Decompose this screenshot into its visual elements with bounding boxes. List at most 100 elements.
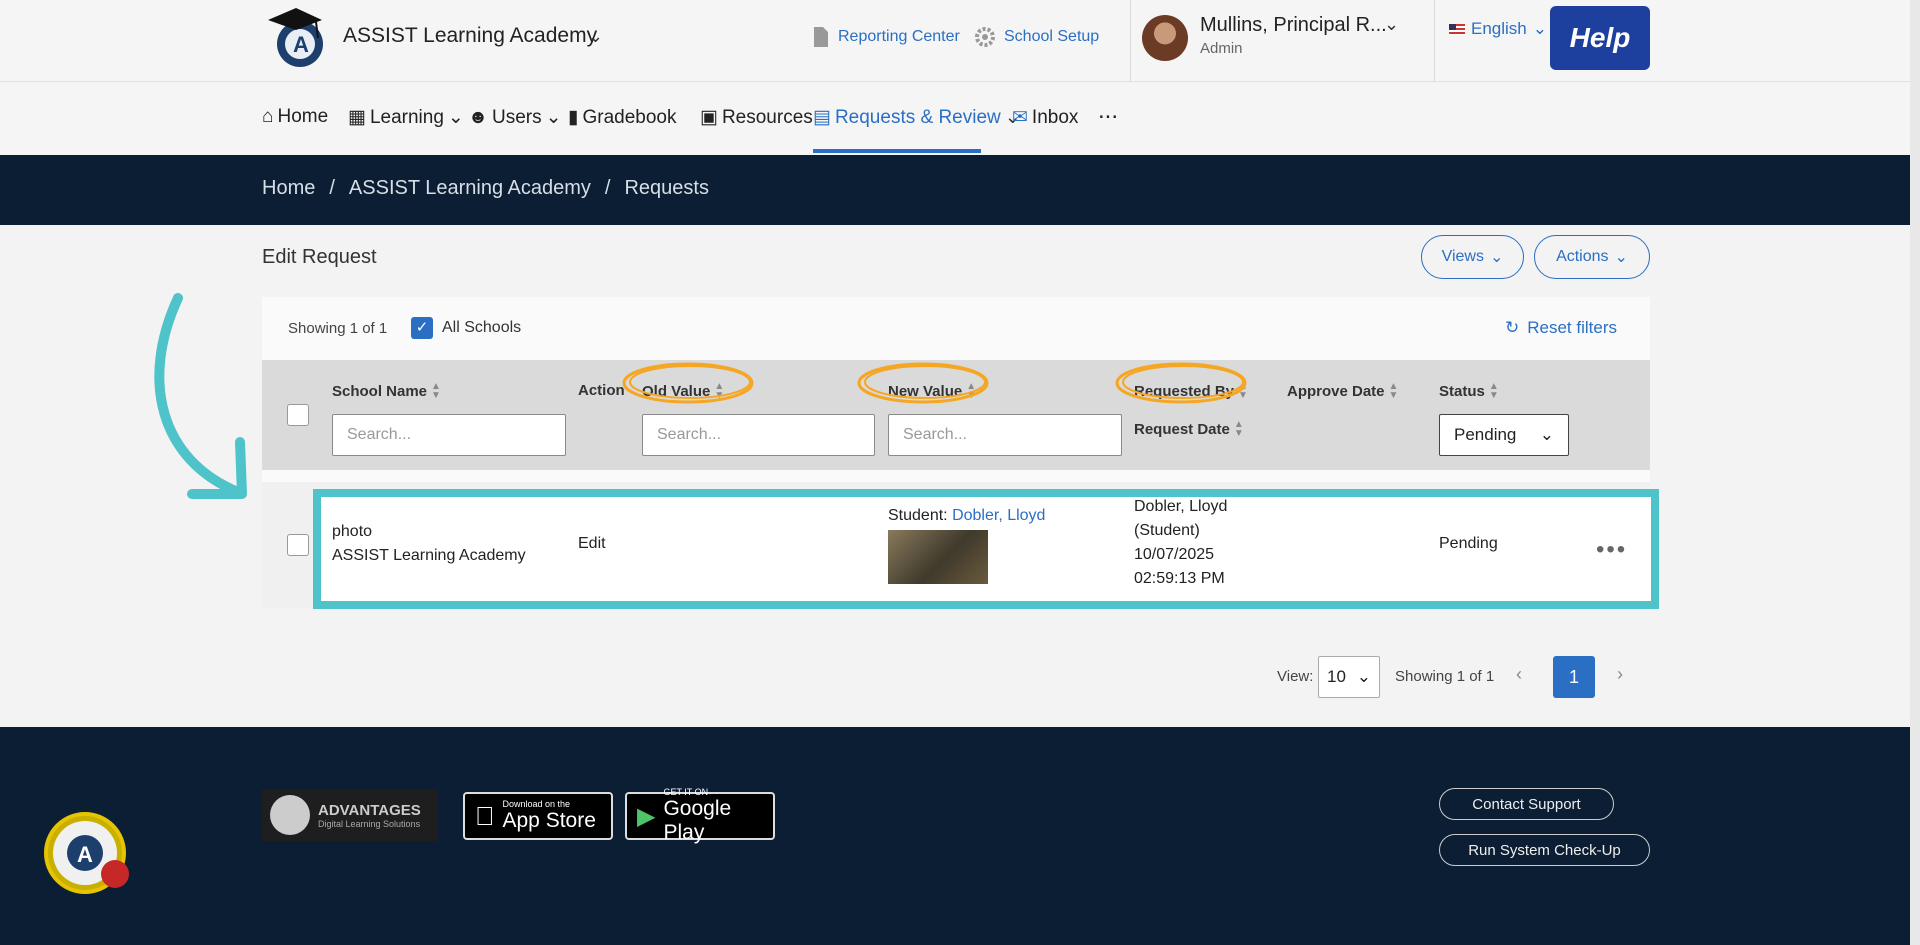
chevron-down-icon: ⌄: [545, 107, 562, 128]
school-name-search-input[interactable]: Search...: [332, 414, 566, 456]
language-label: English: [1471, 19, 1527, 38]
chevron-down-icon: ⌄: [1489, 249, 1504, 266]
chevron-down-icon[interactable]: ⌄: [1384, 14, 1399, 35]
nav-inbox-label: Inbox: [1031, 106, 1079, 128]
showing-count: Showing 1 of 1: [288, 320, 388, 337]
reset-filters-label: Reset filters: [1527, 318, 1617, 337]
system-checkup-button[interactable]: Run System Check-Up: [1439, 834, 1650, 866]
old-value-search-input[interactable]: Search...: [642, 414, 875, 456]
grid-icon: ▦: [348, 107, 366, 128]
column-label: Request Date: [1134, 420, 1230, 438]
sort-icon: ▲ ▼: [1233, 419, 1244, 439]
column-label: Status: [1439, 382, 1485, 400]
user-icon: ☻: [468, 106, 488, 128]
row-requested-cell: Dobler, Lloyd (Student) 10/07/2025 02:59…: [1134, 495, 1227, 591]
new-photo-thumbnail[interactable]: [888, 530, 988, 584]
school-setup-label: School Setup: [1004, 28, 1100, 45]
views-button[interactable]: Views ⌄: [1421, 235, 1524, 279]
apple-icon: : [475, 801, 495, 832]
language-selector[interactable]: English ⌄: [1449, 19, 1547, 39]
nav-users-label: Users: [492, 106, 542, 128]
scrollbar[interactable]: [1910, 0, 1920, 945]
actions-button[interactable]: Actions ⌄: [1534, 235, 1650, 279]
book-icon: ▮: [568, 107, 579, 128]
school-setup-link[interactable]: School Setup: [974, 26, 1099, 48]
breadcrumb-band: Home / ASSIST Learning Academy / Request…: [0, 155, 1920, 225]
chevron-down-icon[interactable]: ⌄: [588, 26, 603, 47]
chevron-down-icon: ⌄: [1539, 425, 1554, 444]
advantages-title: ADVANTAGES: [318, 801, 421, 819]
home-icon: ⌂: [262, 106, 274, 127]
row-status: Pending: [1439, 535, 1498, 552]
active-tab-indicator: [813, 149, 981, 153]
contact-support-button[interactable]: Contact Support: [1439, 788, 1614, 820]
status-filter-select[interactable]: Pending ⌄: [1439, 414, 1569, 456]
google-play-badge[interactable]: ▶ GET IT ON Google Play: [625, 787, 775, 844]
breadcrumb-school[interactable]: ASSIST Learning Academy: [349, 177, 591, 200]
row-more-icon[interactable]: •••: [1596, 536, 1627, 564]
column-approve-date[interactable]: Approve Date ▲ ▼: [1287, 382, 1398, 401]
avatar[interactable]: [1142, 15, 1188, 61]
nav-resources[interactable]: ▣ Resources: [700, 106, 813, 129]
user-name[interactable]: Mullins, Principal R...: [1200, 14, 1387, 37]
column-label: Approve Date: [1287, 382, 1385, 400]
notification-dot: [101, 860, 129, 888]
page-title: Edit Request: [262, 246, 377, 268]
nav-gradebook[interactable]: ▮ Gradebook: [568, 106, 676, 129]
nav-inbox[interactable]: ✉ Inbox: [1012, 106, 1078, 129]
chevron-down-icon: ⌄: [1356, 667, 1371, 686]
reset-filters-button[interactable]: ↻ Reset filters: [1505, 318, 1617, 338]
page-button-current[interactable]: 1: [1553, 656, 1595, 698]
help-button[interactable]: Help: [1550, 6, 1650, 70]
all-schools-checkbox[interactable]: ✓: [411, 317, 433, 339]
nav-learning[interactable]: ▦ Learning ⌄: [348, 106, 464, 129]
divider: [1130, 0, 1131, 82]
main-nav: ⌂ Home ▦ Learning ⌄ ☻ Users ⌄ ▮ Gradeboo…: [0, 83, 1920, 155]
school-logo-icon[interactable]: A: [262, 4, 332, 70]
reporting-center-link[interactable]: Reporting Center: [812, 26, 960, 48]
column-action[interactable]: Action: [578, 382, 625, 399]
divider: [1434, 0, 1435, 82]
student-link[interactable]: Dobler, Lloyd: [952, 507, 1045, 524]
app-store-badge[interactable]:  Download on the App Store: [463, 792, 613, 840]
sort-icon: ▲ ▼: [1488, 381, 1499, 401]
requested-by-role: (Student): [1134, 522, 1200, 539]
more-nav-icon[interactable]: ...: [1098, 97, 1118, 125]
nav-learning-label: Learning: [369, 106, 444, 128]
app-store-big: App Store: [483, 809, 596, 832]
school-name[interactable]: ASSIST Learning Academy: [343, 24, 597, 48]
column-school-name[interactable]: School Name ▲ ▼: [332, 382, 441, 401]
page-size-select[interactable]: 10 ⌄: [1318, 656, 1380, 698]
gear-icon: [975, 27, 995, 47]
advantages-logo[interactable]: ADVANTAGES Digital Learning Solutions: [262, 789, 438, 841]
row-school-cell: photo ASSIST Learning Academy: [332, 520, 526, 568]
select-all-checkbox[interactable]: [287, 404, 309, 426]
nav-home[interactable]: ⌂ Home: [262, 106, 328, 128]
breadcrumb-home[interactable]: Home: [262, 177, 315, 200]
footer: ADVANTAGES Digital Learning Solutions  …: [0, 727, 1920, 945]
next-page-icon[interactable]: ›: [1617, 664, 1623, 685]
request-time: 02:59:13 PM: [1134, 570, 1225, 587]
svg-text:A: A: [293, 32, 309, 57]
nav-resources-label: Resources: [721, 106, 813, 128]
prev-page-icon[interactable]: ‹: [1516, 664, 1522, 685]
top-header: A ASSIST Learning Academy ⌄ Reporting Ce…: [0, 0, 1920, 82]
nav-users[interactable]: ☻ Users ⌄: [468, 106, 562, 129]
annotation-circle: [1115, 362, 1247, 404]
row-checkbox[interactable]: [287, 534, 309, 556]
advantages-icon: [270, 795, 310, 835]
nav-home-label: Home: [277, 106, 329, 127]
column-request-date[interactable]: Request Date ▲ ▼: [1134, 419, 1244, 439]
app-store-small: Download on the: [483, 799, 571, 809]
annotation-circle: [857, 362, 989, 404]
monitor-icon: ▣: [700, 107, 718, 128]
all-schools-label: All Schools: [442, 319, 522, 336]
breadcrumb: Home / ASSIST Learning Academy / Request…: [262, 177, 709, 200]
nav-requests[interactable]: ▤ Requests & Review ⌄: [813, 106, 1021, 129]
status-filter-value: Pending: [1454, 425, 1517, 444]
new-value-search-input[interactable]: Search...: [888, 414, 1122, 456]
row-school-name: ASSIST Learning Academy: [332, 547, 526, 564]
column-status[interactable]: Status ▲ ▼: [1439, 381, 1499, 401]
annotation-circle: [622, 362, 754, 404]
chevron-down-icon: ⌄: [1614, 249, 1628, 266]
